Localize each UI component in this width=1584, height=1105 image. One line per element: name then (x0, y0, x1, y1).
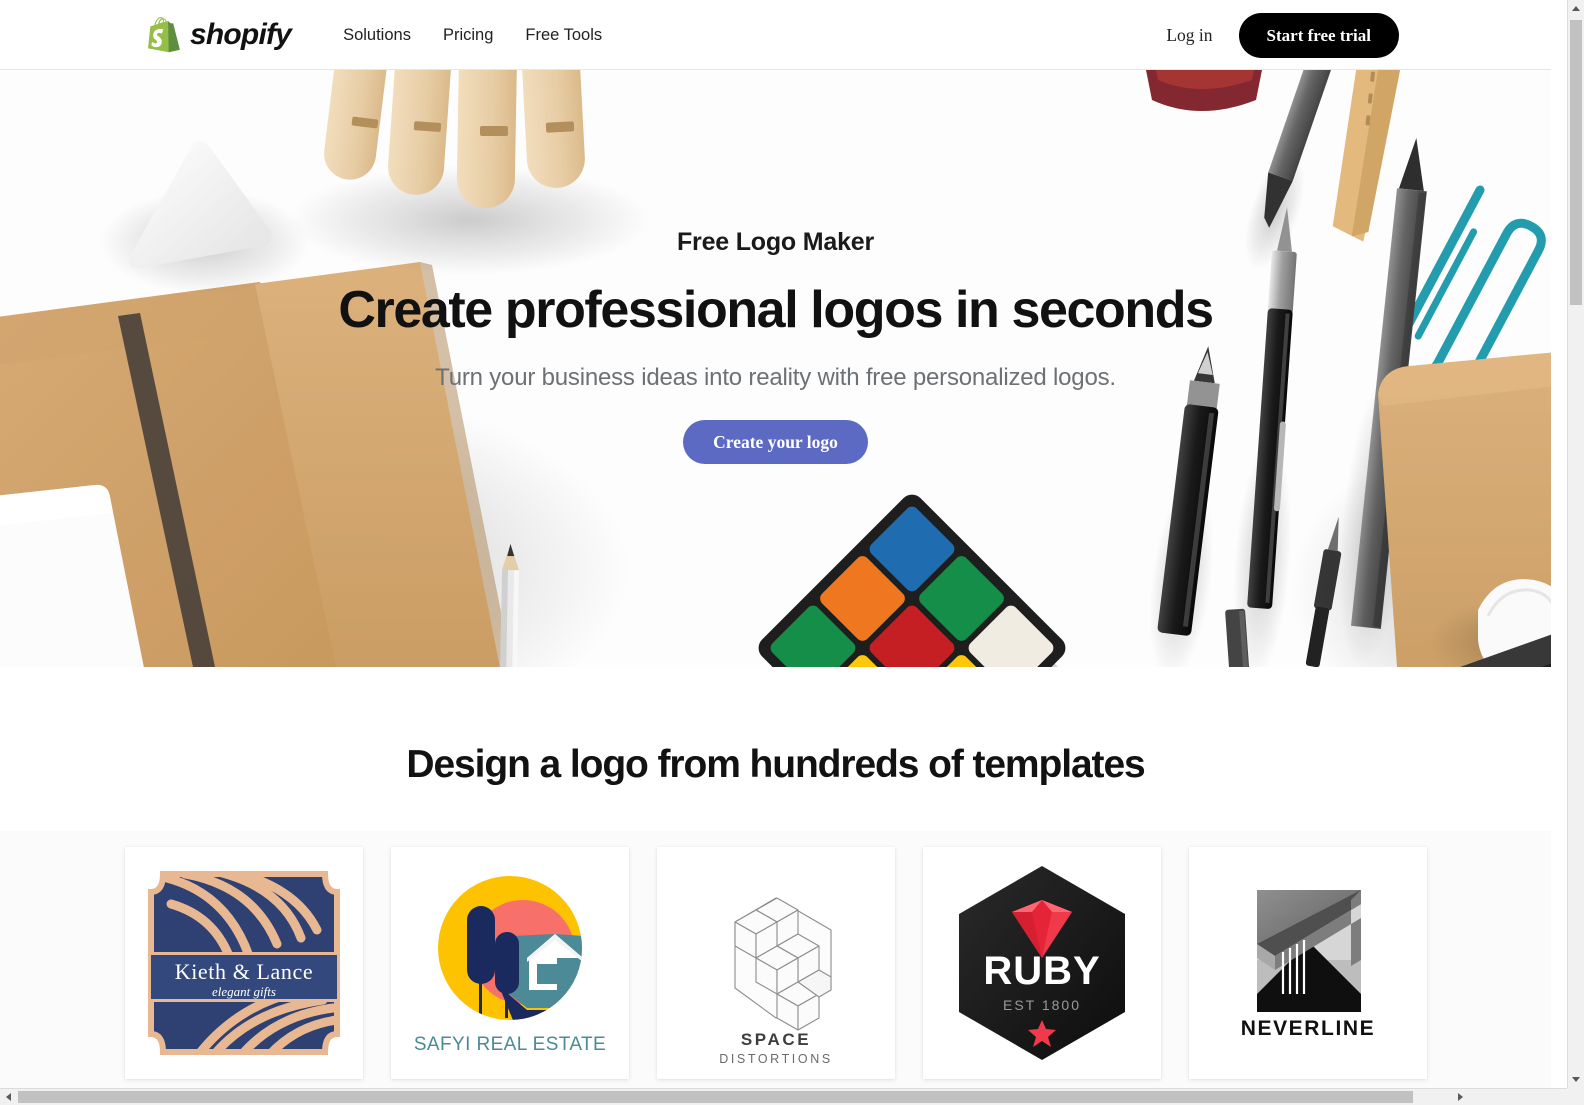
shopify-logo[interactable]: shopify (148, 16, 292, 54)
kieth-and-lance-logo: Kieth & Lance elegant gifts (147, 871, 340, 1055)
nav-item-free-tools[interactable]: Free Tools (509, 0, 618, 70)
card3-title: SPACE (740, 1030, 810, 1049)
scrollbar-corner (1567, 1088, 1584, 1105)
card4-title: RUBY (983, 949, 1100, 993)
template-card-neverline[interactable]: NEVERLINE (1188, 847, 1427, 1079)
login-link[interactable]: Log in (1158, 21, 1220, 50)
header-right-group: Log in Start free trial (1158, 0, 1399, 70)
primary-nav: Solutions Pricing Free Tools (327, 0, 618, 70)
nav-item-pricing[interactable]: Pricing (427, 0, 509, 70)
site-header: shopify Solutions Pricing Free Tools Log… (0, 0, 1551, 70)
card5-title: NEVERLINE (1240, 1017, 1375, 1040)
card4-tagline: EST 1800 (1002, 997, 1080, 1013)
browser-viewport: shopify Solutions Pricing Free Tools Log… (0, 0, 1584, 1105)
scroll-up-arrow-icon[interactable] (1568, 0, 1584, 17)
page-content: shopify Solutions Pricing Free Tools Log… (0, 0, 1551, 1088)
card2-title: SAFYI REAL ESTATE (413, 1034, 605, 1055)
scroll-left-arrow-icon[interactable] (0, 1089, 17, 1105)
space-distortions-logo: SPACE DISTORTIONS (719, 897, 833, 1066)
shopify-wordmark: shopify (190, 18, 292, 51)
shopify-bag-icon (148, 16, 180, 52)
nav-item-solutions[interactable]: Solutions (327, 0, 427, 70)
template-card-safyi-real-estate[interactable]: SAFYI REAL ESTATE (390, 847, 629, 1079)
header-left-group: shopify Solutions Pricing Free Tools (148, 0, 618, 70)
templates-heading: Design a logo from hundreds of templates (406, 743, 1145, 786)
hero-background-photo (0, 70, 1551, 667)
template-card-space-distortions[interactable]: SPACE DISTORTIONS (656, 847, 895, 1079)
neverline-logo: NEVERLINE (1240, 890, 1375, 1040)
card3-tagline: DISTORTIONS (719, 1052, 833, 1066)
template-cards-row: Kieth & Lance elegant gifts SAFYI REAL E… (0, 831, 1551, 1088)
template-card-kieth-and-lance[interactable]: Kieth & Lance elegant gifts (124, 847, 363, 1079)
templates-section: Design a logo from hundreds of templates (0, 667, 1551, 1088)
safyi-real-estate-logo: SAFYI REAL ESTATE (413, 876, 605, 1055)
card1-title: Kieth & Lance (174, 959, 313, 984)
scroll-right-arrow-icon[interactable] (1452, 1089, 1469, 1105)
hero-cta-wrapper: Create your logo (0, 419, 1551, 464)
template-card-ruby[interactable]: RUBY EST 1800 (922, 847, 1161, 1079)
start-free-trial-button[interactable]: Start free trial (1238, 12, 1399, 58)
card1-tagline: elegant gifts (212, 984, 276, 999)
vertical-scrollbar-thumb[interactable] (1570, 20, 1582, 305)
horizontal-scrollbar-thumb[interactable] (18, 1091, 1413, 1103)
horizontal-scrollbar[interactable] (0, 1088, 1584, 1105)
create-your-logo-button[interactable]: Create your logo (683, 419, 868, 464)
vertical-scrollbar[interactable] (1567, 0, 1584, 1088)
hero-section: Free Logo Maker Create professional logo… (0, 70, 1551, 667)
scroll-down-arrow-icon[interactable] (1568, 1071, 1584, 1088)
ruby-logo: RUBY EST 1800 (958, 866, 1125, 1060)
